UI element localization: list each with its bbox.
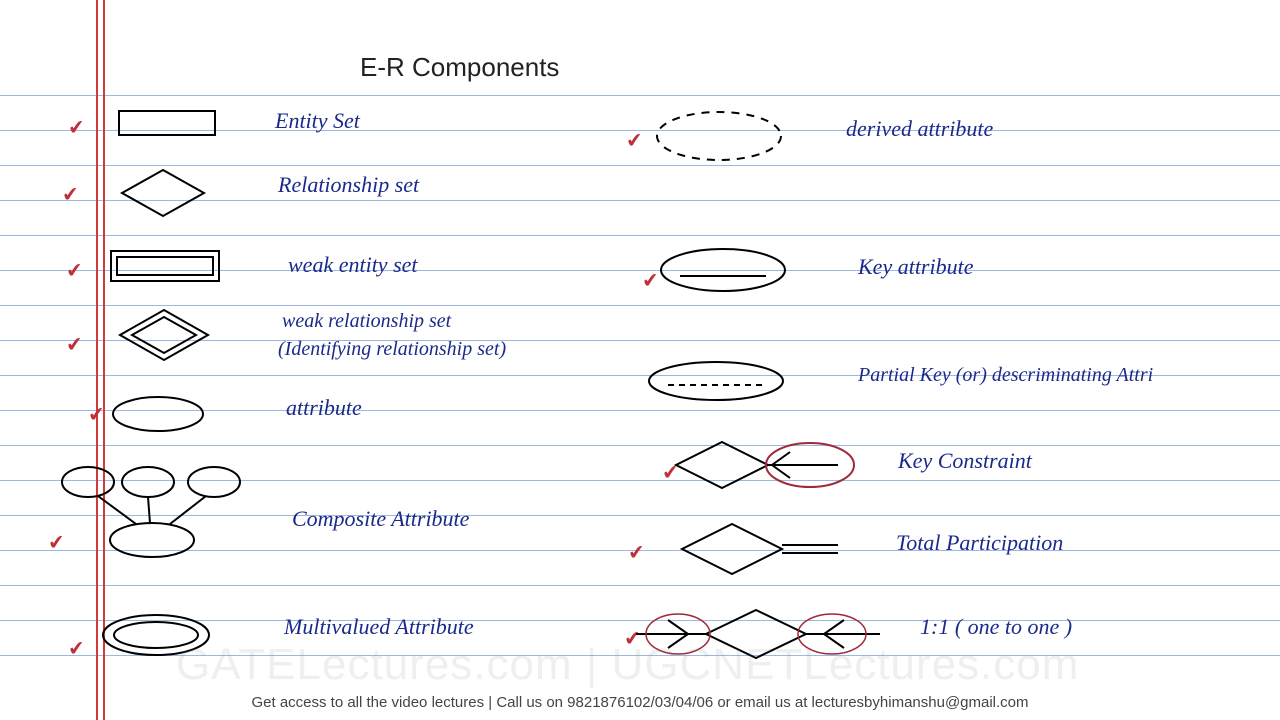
check-icon: ✔ <box>625 127 644 153</box>
key-constraint-label: Key Constraint <box>898 448 1032 474</box>
margin-line <box>96 0 98 720</box>
check-icon: ✔ <box>67 635 86 661</box>
partial-key-label: Partial Key (or) descriminating Attri <box>858 364 1153 387</box>
relationship-set-label: Relationship set <box>278 172 419 198</box>
rule-line <box>0 585 1280 586</box>
composite-attribute-label: Composite Attribute <box>292 506 469 532</box>
watermark: GATELectures.com | UGCNETLectures.com <box>176 640 1079 690</box>
rule-line <box>0 305 1280 306</box>
attribute-label: attribute <box>286 395 362 421</box>
composite-attribute-symbol <box>58 462 258 562</box>
check-icon: ✔ <box>65 257 84 283</box>
key-attribute-symbol <box>656 246 790 294</box>
check-icon: ✔ <box>87 401 106 427</box>
rule-line <box>0 235 1280 236</box>
multivalued-attribute-label: Multivalued Attribute <box>284 614 474 640</box>
relationship-set-symbol <box>118 168 208 218</box>
rule-line <box>0 95 1280 96</box>
weak-relationship-set-label: weak relationship set <box>282 310 451 333</box>
total-participation-symbol <box>678 520 842 578</box>
derived-attribute-symbol <box>652 108 786 164</box>
total-participation-label: Total Participation <box>896 530 1063 556</box>
entity-set-label: Entity Set <box>275 108 360 134</box>
partial-key-symbol <box>644 358 788 404</box>
check-icon: ✔ <box>65 331 84 357</box>
check-icon: ✔ <box>61 181 80 207</box>
rule-line <box>0 165 1280 166</box>
check-icon: ✔ <box>627 539 646 565</box>
key-attribute-label: Key attribute <box>858 254 973 280</box>
weak-relationship-set-symbol <box>116 308 212 362</box>
weak-entity-set-symbol <box>110 250 222 284</box>
notebook-page: E-R Components ✔ Entity Set ✔ Relationsh… <box>0 0 1280 720</box>
check-icon: ✔ <box>67 114 86 140</box>
page-title: E-R Components <box>360 52 559 83</box>
derived-attribute-label: derived attribute <box>846 116 993 142</box>
key-constraint-symbol <box>672 438 862 492</box>
footer-text: Get access to all the video lectures | C… <box>0 694 1280 711</box>
attribute-symbol <box>110 394 206 434</box>
weak-relationship-set-sublabel: (Identifying relationship set) <box>278 338 506 361</box>
rule-line <box>0 445 1280 446</box>
entity-set-symbol <box>118 110 218 138</box>
weak-entity-set-label: weak entity set <box>288 252 418 278</box>
one-to-one-label: 1:1 ( one to one ) <box>920 614 1072 640</box>
